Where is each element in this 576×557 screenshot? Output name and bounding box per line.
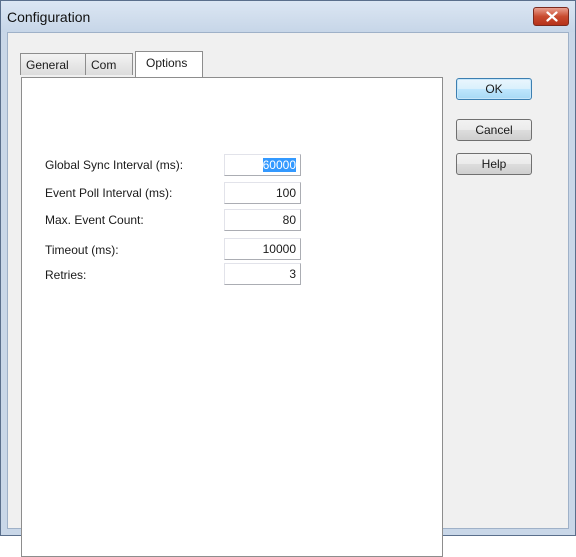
timeout-value: 10000 [262, 242, 296, 256]
tab-general[interactable]: General [20, 53, 86, 75]
max-event-count-value: 80 [282, 213, 296, 227]
timeout-field[interactable]: 10000 [224, 238, 301, 260]
configuration-dialog: Configuration General Com Options Global… [0, 0, 576, 557]
ok-button[interactable]: OK [456, 78, 532, 100]
tab-general-label: General [26, 58, 69, 72]
title-bar[interactable]: Configuration [1, 1, 575, 32]
dialog-client-area: General Com Options Global Sync Interval… [7, 32, 569, 557]
close-button[interactable] [533, 7, 569, 26]
global-sync-interval-value: 60000 [262, 158, 296, 172]
tab-options[interactable]: Options [135, 51, 203, 77]
tab-com-label: Com [91, 58, 117, 72]
retries-field[interactable]: 3 [224, 263, 301, 285]
retries-value: 3 [289, 267, 296, 281]
event-poll-interval-value: 100 [275, 186, 296, 200]
max-event-count-label: Max. Event Count: [45, 213, 144, 227]
window-title: Configuration [7, 9, 91, 25]
tab-com[interactable]: Com [85, 53, 133, 75]
timeout-label: Timeout (ms): [45, 243, 119, 257]
cancel-button[interactable]: Cancel [456, 119, 532, 141]
retries-label: Retries: [45, 268, 87, 282]
global-sync-interval-field[interactable]: 60000 [224, 154, 301, 176]
help-button[interactable]: Help [456, 153, 532, 175]
event-poll-interval-field[interactable]: 100 [224, 182, 301, 204]
max-event-count-field[interactable]: 80 [224, 209, 301, 231]
tab-options-label: Options [146, 56, 188, 70]
close-icon [546, 11, 558, 22]
options-panel: Global Sync Interval (ms): 60000 Event P… [21, 77, 443, 557]
global-sync-interval-label: Global Sync Interval (ms): [45, 158, 184, 172]
event-poll-interval-label: Event Poll Interval (ms): [45, 186, 173, 200]
